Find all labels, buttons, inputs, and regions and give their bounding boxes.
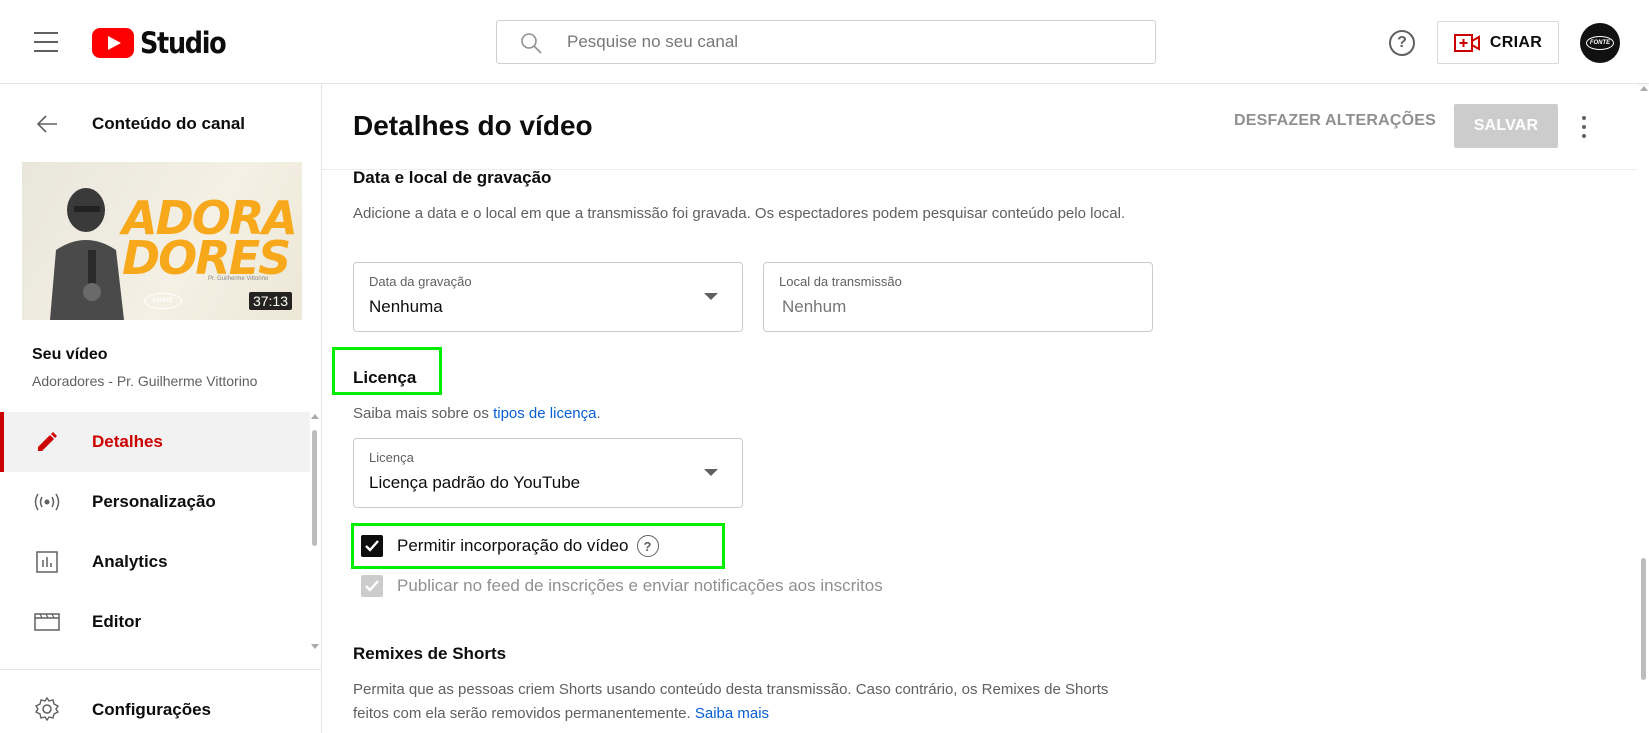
publish-feed-checkbox xyxy=(361,575,383,597)
recording-date-value: Nenhuma xyxy=(369,297,443,316)
publish-feed-row: Publicar no feed de inscrições e enviar … xyxy=(361,575,883,597)
thumbnail-logo: FONTE xyxy=(144,293,182,309)
recording-date-label: Data da gravação xyxy=(369,274,472,289)
video-duration: 37:13 xyxy=(248,292,292,310)
channel-logo: FONTE xyxy=(1586,36,1614,50)
page-title: Detalhes do vídeo xyxy=(353,110,593,141)
analytics-icon xyxy=(36,551,58,573)
undo-changes-button[interactable]: DESFAZER ALTERAÇÕES xyxy=(1234,112,1436,130)
broadcast-location-label: Local da transmissão xyxy=(779,274,902,289)
shorts-remix-description: Permita que as pessoas criem Shorts usan… xyxy=(353,678,1113,726)
sidebar-item-label: Editor xyxy=(92,612,142,631)
sidebar-divider xyxy=(0,669,322,670)
youtube-studio-logo[interactable]: Studio xyxy=(92,26,237,60)
main-scrollbar[interactable] xyxy=(1638,84,1649,733)
license-dropdown[interactable]: Licença Licença padrão do YouTube xyxy=(353,438,743,508)
sidebar-item-analytics[interactable]: Analytics xyxy=(0,532,310,592)
sidebar-item-label: Analytics xyxy=(92,552,168,571)
checkmark-icon xyxy=(365,580,379,592)
main-scroll-thumb[interactable] xyxy=(1641,558,1646,680)
allow-embedding-row: Permitir incorporação do vídeo ? xyxy=(361,535,659,557)
thumbnail-title: ADORA DORES xyxy=(122,191,298,285)
create-button-label: CRIAR xyxy=(1489,33,1543,51)
license-desc-suffix: . xyxy=(596,405,601,422)
back-to-content-row[interactable]: Conteúdo do canal xyxy=(0,104,322,144)
recording-description: Adicione a data e o local em que a trans… xyxy=(353,205,1126,222)
scroll-up-arrow-icon[interactable] xyxy=(311,414,319,419)
license-section-title: Licença xyxy=(353,368,417,387)
help-circle-icon[interactable]: ? xyxy=(636,535,659,557)
scroll-down-arrow-icon[interactable] xyxy=(311,644,319,649)
top-bar: Studio ? CRIAR FONTE xyxy=(0,0,1649,84)
sidebar-item-label: Detalhes xyxy=(92,432,163,451)
sidebar-item-settings[interactable]: Configurações xyxy=(0,684,310,733)
scroll-up-arrow-icon[interactable] xyxy=(1640,86,1648,91)
sidebar-item-customization[interactable]: Personalização xyxy=(0,472,310,532)
recording-section-title: Data e local de gravação xyxy=(353,168,552,187)
license-field-label: Licença xyxy=(369,450,414,465)
back-arrow-icon[interactable] xyxy=(36,114,58,134)
search-input[interactable] xyxy=(567,29,1127,55)
sidebar-item-editor[interactable]: Editor xyxy=(0,592,310,652)
license-description: Saiba mais sobre os tipos de licença. xyxy=(353,402,601,426)
dropdown-caret-icon xyxy=(704,293,718,300)
video-camera-plus-icon xyxy=(1453,33,1480,52)
help-icon[interactable]: ? xyxy=(1389,30,1415,56)
broadcast-icon xyxy=(34,493,60,511)
avatar[interactable]: FONTE xyxy=(1580,23,1620,63)
dropdown-caret-icon xyxy=(704,469,718,476)
logo-text: Studio xyxy=(140,26,227,60)
sidebar: Conteúdo do canal ADORA DORES Pr. Guilhe… xyxy=(0,84,322,733)
thumbnail-subtitle: Pr. Guilherme Vittorino xyxy=(208,276,269,282)
page-header: Detalhes do vídeo DESFAZER ALTERAÇÕES SA… xyxy=(322,84,1637,170)
broadcast-location-placeholder[interactable]: Nenhum xyxy=(782,297,846,317)
license-desc-prefix: Saiba mais sobre os xyxy=(353,405,494,422)
checkmark-icon xyxy=(365,540,379,552)
sidebar-nav: Detalhes Personalização Analytics Editor xyxy=(0,412,310,652)
sidebar-item-details[interactable]: Detalhes xyxy=(0,412,310,472)
video-name: Adoradores - Pr. Guilherme Vittorino xyxy=(32,373,258,389)
clapper-icon xyxy=(34,613,60,631)
search-box xyxy=(496,20,1156,64)
menu-icon[interactable] xyxy=(34,32,58,52)
shorts-remix-section-title: Remixes de Shorts xyxy=(353,644,507,663)
publish-feed-label: Publicar no feed de inscrições e enviar … xyxy=(397,576,883,595)
back-label[interactable]: Conteúdo do canal xyxy=(92,114,245,134)
broadcast-location-field[interactable]: Local da transmissão Nenhum xyxy=(763,262,1153,332)
gear-icon xyxy=(34,696,60,722)
more-options-icon[interactable] xyxy=(1578,114,1590,140)
save-button[interactable]: SALVAR xyxy=(1454,104,1558,148)
speaker-image xyxy=(50,188,124,320)
allow-embedding-checkbox[interactable] xyxy=(361,535,383,557)
pencil-icon xyxy=(38,432,57,451)
sidebar-scrollbar[interactable] xyxy=(310,414,319,654)
sidebar-item-label: Personalização xyxy=(92,492,216,511)
search-icon[interactable] xyxy=(519,31,543,55)
recording-date-dropdown[interactable]: Data da gravação Nenhuma xyxy=(353,262,743,332)
license-types-link[interactable]: tipos de licença xyxy=(493,405,596,422)
license-field-value: Licença padrão do YouTube xyxy=(369,473,581,492)
sidebar-scroll-thumb[interactable] xyxy=(312,430,317,546)
learn-more-link[interactable]: Saiba mais xyxy=(695,705,769,722)
youtube-play-icon xyxy=(92,28,134,58)
your-video-label: Seu vídeo xyxy=(32,346,108,363)
settings-label: Configurações xyxy=(92,700,212,719)
create-button[interactable]: CRIAR xyxy=(1437,21,1559,64)
main-content: Detalhes do vídeo DESFAZER ALTERAÇÕES SA… xyxy=(322,84,1649,733)
allow-embedding-label[interactable]: Permitir incorporação do vídeo xyxy=(397,536,629,556)
video-thumbnail[interactable]: ADORA DORES Pr. Guilherme Vittorino FONT… xyxy=(22,162,302,320)
